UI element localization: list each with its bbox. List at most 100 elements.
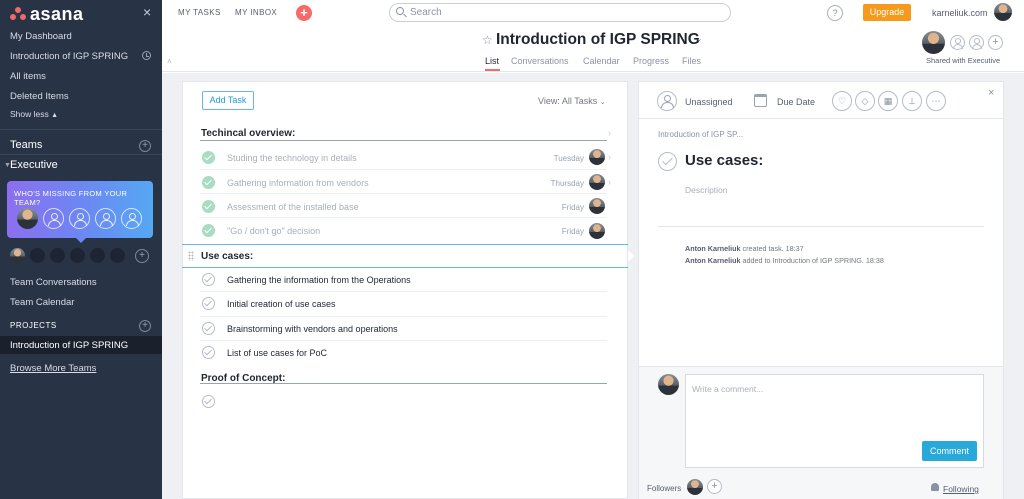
tab-conversations[interactable]: Conversations	[511, 56, 569, 66]
task-due-date[interactable]: Friday	[524, 203, 584, 212]
asana-logo[interactable]: asana	[10, 4, 84, 24]
add-member-icon[interactable]: +	[135, 249, 149, 263]
task-assignee-avatar[interactable]	[589, 198, 605, 214]
my-inbox-link[interactable]: MY INBOX	[235, 8, 277, 17]
task-checkbox[interactable]	[202, 322, 215, 335]
add-team-icon[interactable]: +	[139, 140, 151, 152]
close-icon[interactable]: ×	[988, 87, 994, 99]
tab-files[interactable]: Files	[682, 56, 701, 66]
show-less-link[interactable]: Show less ▲	[10, 109, 58, 119]
invite-member-icon[interactable]	[43, 208, 64, 229]
row-divider	[200, 316, 607, 317]
due-date-label[interactable]: Due Date	[777, 97, 815, 107]
tag-icon[interactable]: ◇	[855, 91, 875, 111]
team-member-avatar[interactable]	[10, 248, 25, 263]
team-member-slot[interactable]	[50, 248, 65, 263]
task-checkbox[interactable]	[202, 346, 215, 359]
task-checkbox[interactable]	[202, 224, 215, 237]
add-task-button[interactable]: Add Task	[202, 91, 254, 110]
tab-calendar[interactable]: Calendar	[583, 56, 620, 66]
following-toggle[interactable]: Following	[943, 484, 979, 494]
tab-list[interactable]: List	[485, 56, 499, 66]
task-due-date[interactable]: Friday	[524, 227, 584, 236]
task-name[interactable]: Assessment of the installed base	[227, 202, 359, 212]
section-header[interactable]: Use cases:	[201, 251, 253, 262]
task-name[interactable]: List of use cases for PoC	[227, 348, 327, 358]
detail-breadcrumb[interactable]: Introduction of IGP SP...	[658, 130, 743, 139]
complete-task-checkbox[interactable]	[658, 152, 677, 171]
story-time: 18:38	[865, 256, 884, 265]
assignee-label[interactable]: Unassigned	[685, 97, 733, 107]
task-assignee-avatar[interactable]	[589, 149, 605, 165]
view-filter-dropdown[interactable]: View: All Tasks ⌄	[538, 96, 606, 106]
task-checkbox[interactable]	[202, 297, 215, 310]
search-input[interactable]	[410, 5, 710, 19]
subtask-icon[interactable]: ▦	[878, 91, 898, 111]
team-member-slot[interactable]	[30, 248, 45, 263]
task-due-date[interactable]: Thursday	[524, 179, 584, 188]
add-member-plus-icon[interactable]: +	[988, 35, 1003, 50]
task-name[interactable]: Brainstorming with vendors and operation…	[227, 324, 398, 334]
comment-input[interactable]	[692, 382, 972, 396]
workspace-name[interactable]: karneliuk.com	[932, 8, 988, 18]
task-checkbox[interactable]	[202, 273, 215, 286]
task-name[interactable]: Studing the technology in details	[227, 153, 357, 163]
my-tasks-link[interactable]: MY TASKS	[178, 8, 221, 17]
tab-progress[interactable]: Progress	[633, 56, 669, 66]
invite-team-card[interactable]: WHO'S MISSING FROM YOUR TEAM?	[7, 181, 153, 243]
collapse-chevron-icon[interactable]: ˄	[167, 57, 172, 66]
help-button[interactable]: ?	[827, 5, 843, 21]
sidebar-item-recent-project[interactable]: Introduction of IGP SPRING	[10, 51, 128, 62]
team-member-slot[interactable]	[70, 248, 85, 263]
comment-button[interactable]: Comment	[922, 441, 977, 461]
team-name[interactable]: Executive	[10, 159, 58, 171]
user-avatar[interactable]	[994, 3, 1012, 21]
task-name[interactable]: Gathering the information from the Opera…	[227, 275, 411, 285]
add-project-icon[interactable]: +	[139, 320, 151, 332]
task-name[interactable]: Initial creation of use cases	[227, 299, 336, 309]
task-due-date[interactable]: Tuesday	[524, 154, 584, 163]
invite-member-icon[interactable]	[95, 208, 116, 229]
follower-avatar[interactable]	[687, 479, 703, 495]
task-checkbox[interactable]	[202, 176, 215, 189]
add-member-icon[interactable]	[969, 35, 984, 50]
team-calendar-link[interactable]: Team Calendar	[10, 297, 74, 308]
team-member-slot[interactable]	[90, 248, 105, 263]
project-member-avatar[interactable]	[922, 31, 945, 54]
invite-member-icon[interactable]	[121, 208, 142, 229]
invite-member-icon[interactable]	[69, 208, 90, 229]
more-icon[interactable]: ⋯	[926, 91, 946, 111]
task-checkbox[interactable]	[202, 151, 215, 164]
sidebar-item-deleted-items[interactable]: Deleted Items	[10, 91, 69, 102]
attachment-icon[interactable]: ⊥	[902, 91, 922, 111]
team-member-slot[interactable]	[110, 248, 125, 263]
task-checkbox[interactable]	[202, 200, 215, 213]
description-field[interactable]: Description	[685, 185, 728, 195]
add-member-icon[interactable]	[950, 35, 965, 50]
sidebar-item-all-items[interactable]: All items	[10, 71, 46, 82]
sidebar-item-project[interactable]: Introduction of IGP SPRING	[10, 340, 128, 351]
drag-handle-icon[interactable]	[188, 251, 194, 261]
favorite-star-icon[interactable]: ☆	[482, 33, 493, 47]
upgrade-button[interactable]: Upgrade	[863, 4, 911, 21]
task-name[interactable]: "Go / don't go" decision	[227, 226, 320, 236]
task-assignee-avatar[interactable]	[589, 174, 605, 190]
add-follower-icon[interactable]: +	[707, 479, 722, 494]
task-checkbox[interactable]	[202, 395, 215, 408]
browse-more-teams-link[interactable]: Browse More Teams	[10, 363, 96, 374]
caret-up-icon: ▲	[51, 112, 59, 119]
sidebar-item-my-dashboard[interactable]: My Dashboard	[10, 31, 72, 42]
task-assignee-avatar[interactable]	[589, 223, 605, 239]
task-name[interactable]: Gathering information from vendors	[227, 178, 369, 188]
task-list-panel	[182, 81, 628, 499]
section-header[interactable]: Techincal overview:	[201, 128, 295, 139]
close-sidebar-icon[interactable]: ×	[143, 4, 151, 20]
assignee-icon[interactable]	[657, 91, 677, 111]
quick-add-button[interactable]: +	[296, 5, 312, 21]
project-title[interactable]: Introduction of IGP SPRING	[496, 31, 700, 49]
task-title[interactable]: Use cases:	[685, 152, 763, 169]
calendar-icon[interactable]	[754, 94, 767, 107]
heart-icon[interactable]: ♡	[832, 91, 852, 111]
team-conversations-link[interactable]: Team Conversations	[10, 277, 97, 288]
chevron-down-icon[interactable]: ⌄	[696, 34, 703, 43]
